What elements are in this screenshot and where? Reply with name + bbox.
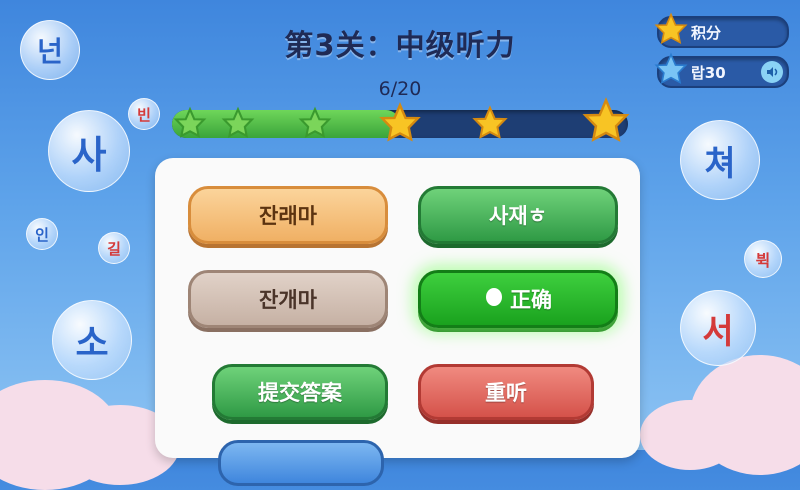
hearts-display: 랍30 — [655, 53, 789, 88]
extra-button[interactable] — [218, 440, 384, 486]
star-icon — [655, 53, 687, 84]
korean-bubble: 길 — [98, 232, 130, 264]
star-icon — [655, 13, 687, 44]
korean-bubble: 사 — [48, 110, 130, 192]
star-icon — [584, 99, 628, 141]
star-icon — [299, 108, 331, 137]
korean-bubble: 소 — [52, 300, 132, 380]
korean-bubble: 쳐 — [680, 120, 760, 200]
korean-bubble: 넌 — [20, 20, 80, 80]
korean-bubble: 뷕 — [744, 240, 782, 278]
star-icon — [174, 108, 206, 137]
star-icon — [222, 108, 254, 137]
answer-option-2[interactable]: 사재ㅎ — [418, 186, 618, 244]
points-label: 积分 — [691, 24, 722, 42]
answer-option-3[interactable]: 잔개마 — [188, 270, 388, 328]
speech-bubble-icon — [484, 286, 504, 313]
replay-button[interactable]: 重听 — [418, 364, 594, 420]
audio-icon[interactable] — [761, 61, 783, 83]
star-icon — [473, 106, 507, 139]
answer-option-1[interactable]: 잔래마 — [188, 186, 388, 244]
points-display: 积分 — [655, 13, 789, 48]
cloud-decoration — [640, 400, 740, 470]
korean-bubble: 빈 — [128, 98, 160, 130]
star-icon — [380, 103, 420, 141]
korean-bubble: 서 — [680, 290, 756, 366]
submit-answer-button[interactable]: 提交答案 — [212, 364, 388, 420]
hearts-label: 랍30 — [691, 64, 726, 82]
answer-option-correct[interactable]: 正确 — [418, 270, 618, 328]
korean-bubble: 인 — [26, 218, 58, 250]
